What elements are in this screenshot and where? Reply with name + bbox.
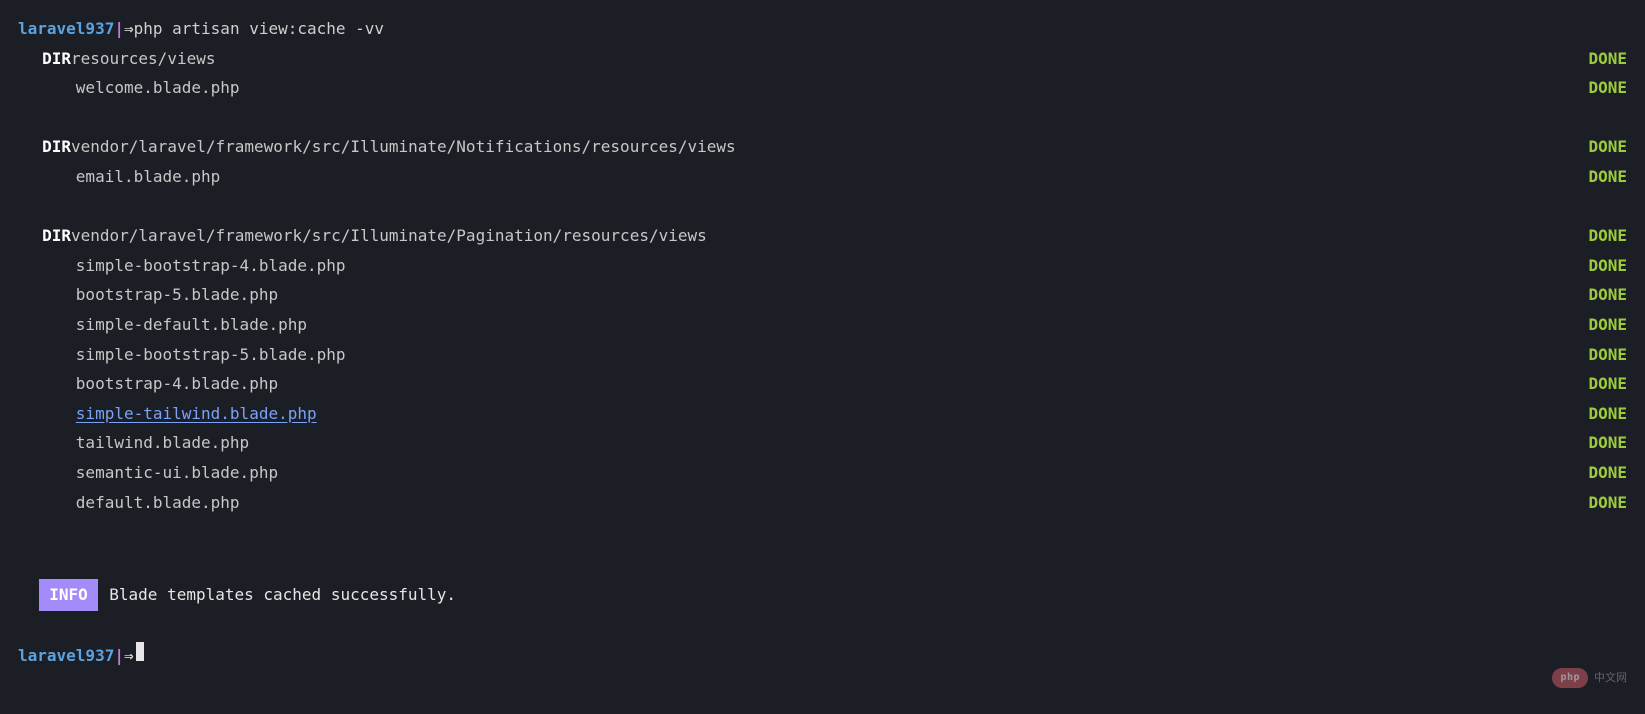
file-row: welcome.blade.php DONE (18, 73, 1627, 103)
status-done: DONE (1584, 280, 1627, 310)
dots-filler (253, 432, 1580, 448)
file-row: simple-default.blade.php DONE (18, 310, 1627, 340)
prompt-arrow-icon: ⇒ (124, 641, 134, 671)
dir-path: vendor/laravel/framework/src/Illuminate/… (71, 132, 736, 162)
dir-tag: DIR (42, 132, 71, 162)
file-row: bootstrap-5.blade.php DONE (18, 280, 1627, 310)
prompt-line: laravel937|⇒ php artisan view:cache -vv (18, 14, 1627, 44)
file-name: simple-bootstrap-4.blade.php (76, 251, 346, 281)
blank-line (18, 103, 1627, 133)
watermark: php 中文网 (1552, 668, 1627, 689)
dots-filler (349, 255, 1579, 271)
info-message: Blade templates cached successfully. (109, 580, 456, 610)
dir-path: vendor/laravel/framework/src/Illuminate/… (71, 221, 707, 251)
dots-filler (711, 225, 1580, 241)
dir-tag: DIR (42, 221, 71, 251)
file-name: simple-bootstrap-5.blade.php (76, 340, 346, 370)
file-row: simple-bootstrap-5.blade.php DONE (18, 340, 1627, 370)
prompt-host: laravel937 (18, 641, 114, 671)
file-name: welcome.blade.php (76, 73, 240, 103)
file-row: semantic-ui.blade.php DONE (18, 458, 1627, 488)
blank-line (18, 517, 1627, 547)
status-done: DONE (1584, 44, 1627, 74)
dots-filler (282, 373, 1580, 389)
file-row: default.blade.php DONE (18, 488, 1627, 518)
status-done: DONE (1584, 458, 1627, 488)
command-text[interactable]: php artisan view:cache -vv (134, 14, 384, 44)
prompt-host: laravel937 (18, 14, 114, 44)
file-row: tailwind.blade.php DONE (18, 428, 1627, 458)
status-done: DONE (1584, 340, 1627, 370)
file-row: simple-tailwind.blade.php DONE (18, 399, 1627, 429)
file-name: bootstrap-5.blade.php (76, 280, 278, 310)
info-line: INFO Blade templates cached successfully. (18, 579, 1627, 611)
status-done: DONE (1584, 488, 1627, 518)
file-row: email.blade.php DONE (18, 162, 1627, 192)
info-badge: INFO (39, 579, 98, 611)
status-done: DONE (1584, 399, 1627, 429)
prompt-sep: | (114, 14, 124, 44)
dots-filler (243, 492, 1579, 508)
dir-row: DIR vendor/laravel/framework/src/Illumin… (18, 132, 1627, 162)
watermark-pill: php (1552, 668, 1588, 689)
file-row: simple-bootstrap-4.blade.php DONE (18, 251, 1627, 281)
file-name: email.blade.php (76, 162, 221, 192)
file-name[interactable]: simple-tailwind.blade.php (76, 399, 317, 429)
dots-filler (219, 48, 1579, 64)
prompt-arrow-icon: ⇒ (124, 14, 134, 44)
file-name: simple-default.blade.php (76, 310, 307, 340)
prompt-sep: | (114, 641, 124, 671)
status-done: DONE (1584, 369, 1627, 399)
dir-path: resources/views (71, 44, 216, 74)
prompt-line-idle: laravel937|⇒ (18, 641, 1627, 671)
terminal-output: laravel937|⇒ php artisan view:cache -vvD… (18, 14, 1627, 670)
dots-filler (349, 344, 1579, 360)
file-name: tailwind.blade.php (76, 428, 249, 458)
status-done: DONE (1584, 428, 1627, 458)
dots-filler (224, 166, 1580, 182)
dir-tag: DIR (42, 44, 71, 74)
file-name: semantic-ui.blade.php (76, 458, 278, 488)
status-done: DONE (1584, 251, 1627, 281)
dots-filler (320, 403, 1579, 419)
status-done: DONE (1584, 162, 1627, 192)
dots-filler (243, 77, 1579, 93)
dir-row: DIR resources/views DONE (18, 44, 1627, 74)
status-done: DONE (1584, 221, 1627, 251)
dir-row: DIR vendor/laravel/framework/src/Illumin… (18, 221, 1627, 251)
dots-filler (311, 314, 1580, 330)
status-done: DONE (1584, 310, 1627, 340)
dots-filler (282, 462, 1580, 478)
file-row: bootstrap-4.blade.php DONE (18, 369, 1627, 399)
blank-line (18, 611, 1627, 641)
blank-line (18, 547, 1627, 577)
dots-filler (740, 136, 1580, 152)
status-done: DONE (1584, 132, 1627, 162)
file-name: default.blade.php (76, 488, 240, 518)
status-done: DONE (1584, 73, 1627, 103)
cursor-icon[interactable] (136, 642, 145, 660)
dots-filler (282, 284, 1580, 300)
watermark-text: 中文网 (1594, 668, 1627, 688)
blank-line (18, 192, 1627, 222)
file-name: bootstrap-4.blade.php (76, 369, 278, 399)
